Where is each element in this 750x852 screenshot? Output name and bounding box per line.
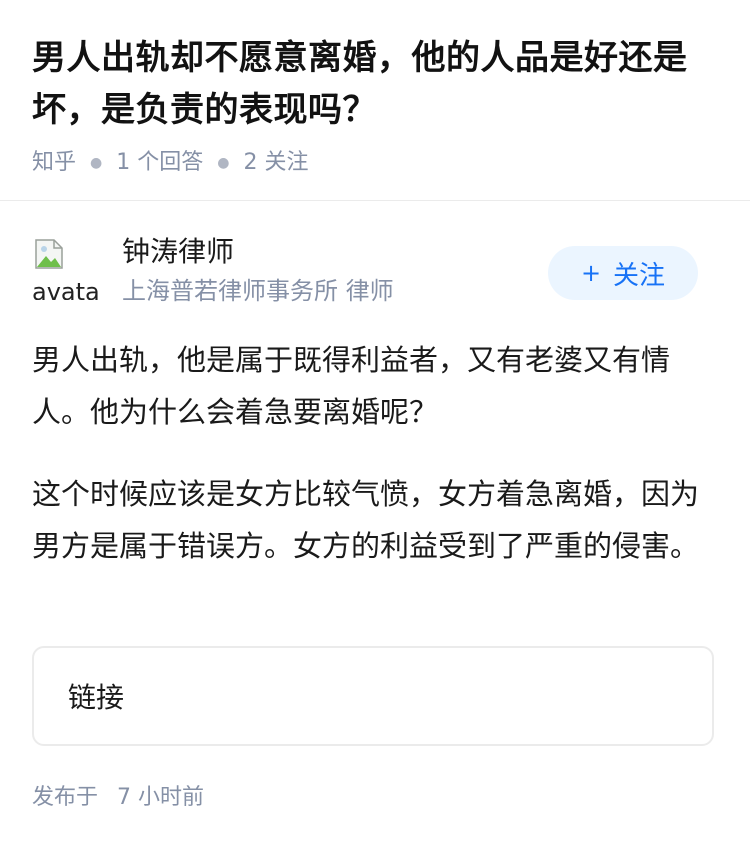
publish-time: 发布于 7 小时前	[32, 782, 204, 814]
follow-button-label: 关注	[613, 260, 666, 291]
section-divider	[0, 200, 750, 201]
question-meta: 知乎 ● 1 个回答 ● 2 关注	[32, 148, 718, 178]
avatar[interactable]: avatar	[32, 234, 98, 300]
link-card[interactable]: 链接	[32, 646, 714, 746]
meta-separator: ●	[90, 155, 103, 171]
followers-count[interactable]: 2 关注	[243, 148, 308, 178]
broken-image-icon	[35, 239, 63, 269]
publish-time-value: 7 小时前	[117, 785, 205, 810]
answers-count[interactable]: 1 个回答	[116, 148, 203, 178]
author-row: avatar 钟涛律师 上海普若律师事务所 律师 + 关注	[32, 234, 698, 314]
follow-button[interactable]: + 关注	[548, 246, 698, 300]
link-card-label: 链接	[68, 681, 125, 714]
publish-time-prefix: 发布于	[32, 785, 99, 810]
question-title[interactable]: 男人出轨却不愿意离婚，他的人品是好还是坏，是负责的表现吗？	[32, 32, 718, 136]
plus-icon: +	[580, 259, 602, 287]
answer-paragraph: 男人出轨，他是属于既得利益者，又有老婆又有情人。他为什么会着急要离婚呢？	[32, 343, 671, 429]
question-header: 男人出轨却不愿意离婚，他的人品是好还是坏，是负责的表现吗？ 知乎 ● 1 个回答…	[0, 0, 750, 178]
answer-paragraph: 这个时候应该是女方比较气愤，女方着急离婚，因为男方是属于错误方。女方的利益受到了…	[32, 477, 700, 563]
avatar-alt-text: avatar	[32, 278, 98, 300]
meta-separator: ●	[217, 155, 230, 171]
source-label[interactable]: 知乎	[32, 148, 76, 178]
answer-content: 男人出轨，他是属于既得利益者，又有老婆又有情人。他为什么会着急要离婚呢？ 这个时…	[32, 334, 710, 602]
